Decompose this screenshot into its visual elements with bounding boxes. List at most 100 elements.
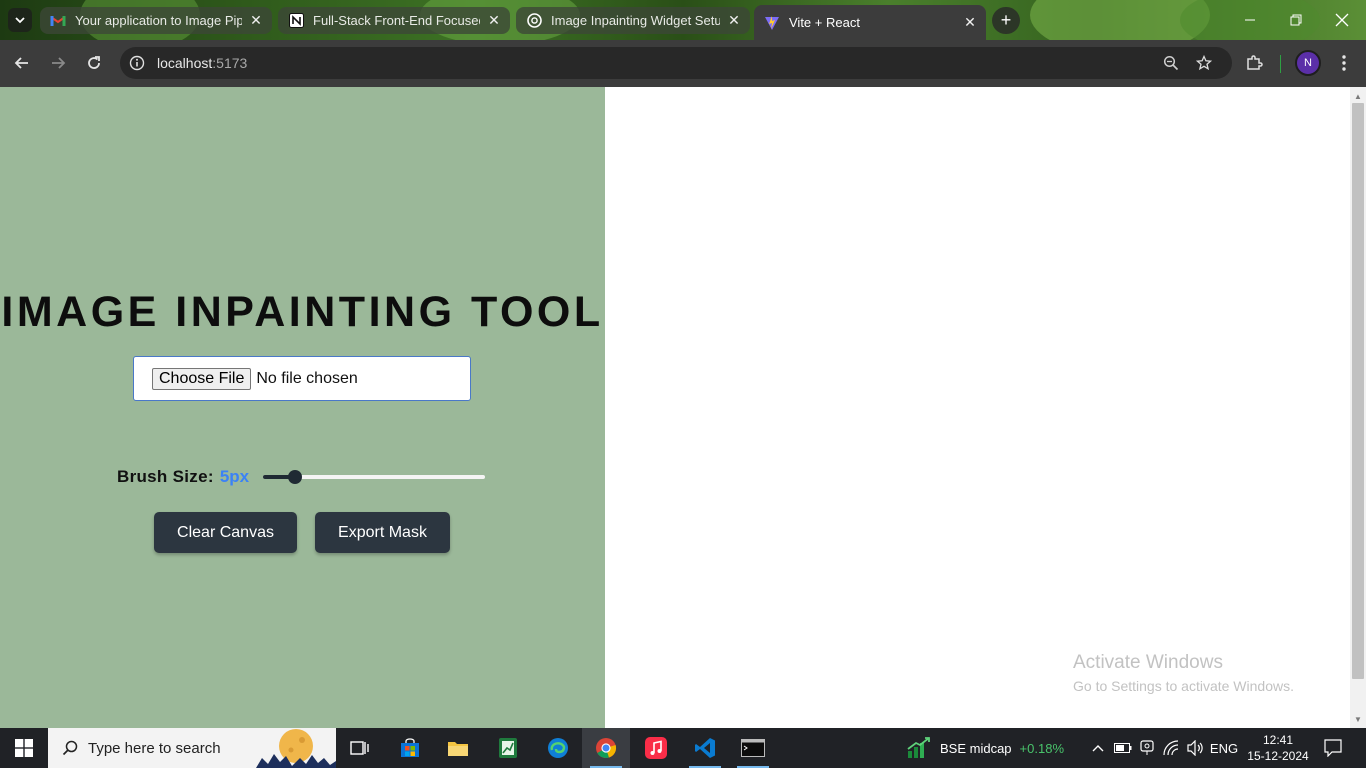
bookmark-star-icon[interactable] bbox=[1193, 52, 1215, 74]
toolbar-divider bbox=[1280, 55, 1281, 73]
clear-canvas-button[interactable]: Clear Canvas bbox=[154, 512, 297, 553]
windows-taskbar: Type here to search BSE midcap +0.18% EN… bbox=[0, 728, 1366, 768]
tab-notion[interactable]: Full-Stack Front-End Focused In ✕ bbox=[278, 7, 510, 34]
scroll-down-arrow-icon[interactable]: ▼ bbox=[1350, 712, 1366, 726]
close-tab-icon[interactable]: ✕ bbox=[962, 14, 978, 31]
address-bar[interactable]: localhost:5173 bbox=[120, 47, 1232, 79]
vertical-scrollbar[interactable]: ▲ ▼ bbox=[1350, 87, 1366, 728]
music-app-button[interactable] bbox=[632, 728, 680, 768]
brush-size-slider[interactable] bbox=[263, 468, 485, 486]
taskbar-search-box[interactable]: Type here to search bbox=[48, 728, 336, 768]
choose-file-button[interactable]: Choose File bbox=[152, 367, 252, 390]
microsoft-store-button[interactable] bbox=[386, 728, 434, 768]
scrollbar-thumb[interactable] bbox=[1352, 103, 1364, 679]
tab-title: Vite + React bbox=[789, 15, 860, 30]
url-port: :5173 bbox=[212, 55, 248, 71]
plus-icon: + bbox=[1000, 10, 1012, 30]
clock-time: 12:41 bbox=[1262, 733, 1294, 747]
tab-search-button[interactable] bbox=[8, 8, 32, 32]
minimize-button[interactable] bbox=[1230, 6, 1270, 34]
url-host: localhost bbox=[157, 55, 213, 71]
vscode-icon bbox=[695, 738, 715, 758]
webcam-icon bbox=[1140, 740, 1154, 755]
speaker-icon bbox=[1187, 740, 1203, 756]
spreadsheet-chart-icon bbox=[499, 738, 517, 758]
scroll-up-arrow-icon[interactable]: ▲ bbox=[1350, 89, 1366, 103]
stock-widget[interactable]: BSE midcap +0.18% bbox=[906, 728, 1076, 768]
vscode-button[interactable] bbox=[681, 728, 729, 768]
restore-icon bbox=[1290, 14, 1302, 26]
chevron-up-icon bbox=[1092, 745, 1104, 752]
windows-logo-icon bbox=[15, 739, 33, 757]
tab-chatgpt[interactable]: Image Inpainting Widget Setup ✕ bbox=[516, 7, 750, 34]
camera-tray[interactable] bbox=[1136, 728, 1158, 768]
more-vertical-icon bbox=[1342, 55, 1346, 71]
control-panel: IMAGE INPAINTING TOOL Choose File No fil… bbox=[0, 87, 605, 728]
store-icon bbox=[401, 738, 419, 757]
close-window-button[interactable] bbox=[1322, 6, 1362, 34]
new-tab-button[interactable]: + bbox=[992, 7, 1020, 34]
brush-size-label-group: Brush Size: 5px bbox=[117, 467, 249, 487]
slider-thumb[interactable] bbox=[288, 470, 302, 484]
restore-button[interactable] bbox=[1276, 6, 1316, 34]
stock-change: +0.18% bbox=[1019, 740, 1064, 756]
export-mask-button[interactable]: Export Mask bbox=[315, 512, 450, 553]
language-indicator[interactable]: ENG bbox=[1208, 728, 1240, 768]
puzzle-icon bbox=[1247, 55, 1263, 70]
tab-vite-react[interactable]: Vite + React ✕ bbox=[754, 5, 986, 40]
stock-name: BSE midcap bbox=[940, 740, 1012, 756]
url-text: localhost:5173 bbox=[157, 55, 247, 71]
brush-size-value: 5px bbox=[219, 467, 250, 486]
battery-tray[interactable] bbox=[1112, 728, 1134, 768]
page-viewport: IMAGE INPAINTING TOOL Choose File No fil… bbox=[0, 87, 1366, 728]
clock[interactable]: 12:41 15-12-2024 bbox=[1244, 728, 1312, 768]
close-tab-icon[interactable]: ✕ bbox=[248, 12, 264, 29]
vite-icon bbox=[764, 15, 780, 31]
notifications-button[interactable] bbox=[1318, 728, 1348, 768]
file-input[interactable]: Choose File No file chosen bbox=[133, 356, 471, 401]
minimize-icon bbox=[1245, 19, 1255, 21]
volume-tray[interactable] bbox=[1184, 728, 1208, 768]
forward-button[interactable] bbox=[44, 49, 72, 77]
notification-icon bbox=[1324, 739, 1342, 757]
tab-title: Image Inpainting Widget Setup bbox=[551, 13, 720, 28]
page-title: IMAGE INPAINTING TOOL bbox=[1, 288, 604, 336]
close-tab-icon[interactable]: ✕ bbox=[726, 12, 742, 29]
language-text: ENG bbox=[1209, 740, 1239, 756]
search-placeholder: Type here to search bbox=[88, 739, 221, 757]
watermark-subtitle: Go to Settings to activate Windows. bbox=[1073, 678, 1294, 694]
reload-button[interactable] bbox=[80, 49, 108, 77]
task-view-button[interactable] bbox=[336, 728, 384, 768]
close-icon bbox=[1335, 13, 1349, 27]
chrome-browser-button[interactable] bbox=[582, 728, 630, 768]
stock-chart-icon bbox=[907, 737, 930, 758]
chatgpt-icon bbox=[526, 13, 542, 29]
tab-gmail[interactable]: Your application to Image Pipel ✕ bbox=[40, 7, 272, 34]
back-button[interactable] bbox=[8, 49, 36, 77]
folder-icon bbox=[448, 742, 468, 756]
gmail-icon bbox=[50, 13, 66, 29]
clock-date: 15-12-2024 bbox=[1247, 749, 1309, 763]
brush-size-label: Brush Size: bbox=[117, 467, 214, 486]
edge-browser-button[interactable] bbox=[534, 728, 582, 768]
activate-windows-watermark: Activate Windows Go to Settings to activ… bbox=[1073, 652, 1294, 694]
site-info-icon[interactable] bbox=[126, 52, 148, 74]
file-explorer-button[interactable] bbox=[434, 728, 482, 768]
drawing-canvas-area[interactable] bbox=[605, 87, 1350, 728]
terminal-button[interactable] bbox=[729, 728, 777, 768]
close-tab-icon[interactable]: ✕ bbox=[486, 12, 502, 29]
extensions-button[interactable] bbox=[1240, 49, 1268, 77]
tab-title: Your application to Image Pipel bbox=[75, 13, 242, 28]
network-tray[interactable] bbox=[1160, 728, 1184, 768]
show-hidden-icons-button[interactable] bbox=[1088, 728, 1108, 768]
profile-avatar[interactable]: N bbox=[1295, 50, 1321, 76]
menu-button[interactable] bbox=[1330, 49, 1358, 77]
zoom-icon[interactable] bbox=[1160, 52, 1182, 74]
battery-icon bbox=[1114, 743, 1132, 753]
notion-icon bbox=[288, 13, 304, 29]
start-button[interactable] bbox=[0, 728, 48, 768]
sheets-app-button[interactable] bbox=[484, 728, 532, 768]
search-highlight-moon-icon bbox=[256, 729, 336, 768]
arrow-left-icon bbox=[14, 57, 28, 69]
terminal-icon bbox=[741, 739, 765, 757]
